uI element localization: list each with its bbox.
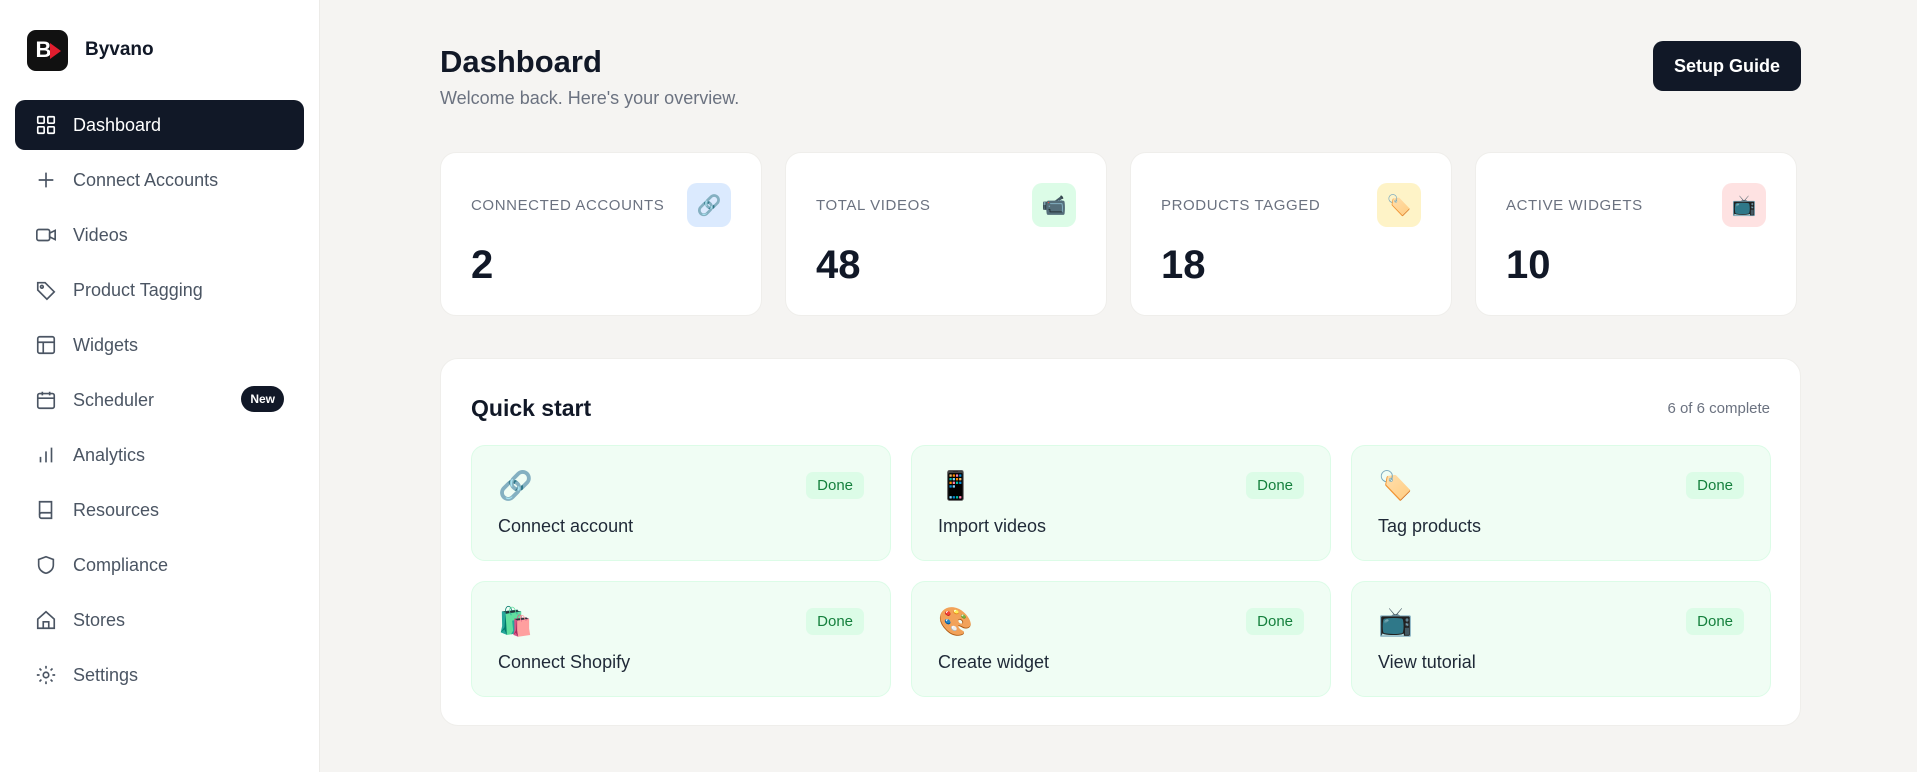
tag-icon xyxy=(35,279,57,301)
book-icon xyxy=(35,499,57,521)
task-create-widget[interactable]: 🎨 Create widget Done xyxy=(911,581,1331,697)
sidebar-item-stores[interactable]: Stores xyxy=(15,595,304,645)
sidebar-item-product-tagging[interactable]: Product Tagging xyxy=(15,265,304,315)
task-view-tutorial[interactable]: 📺 View tutorial Done xyxy=(1351,581,1771,697)
task-label: Connect account xyxy=(498,516,634,536)
sidebar-item-videos[interactable]: Videos xyxy=(15,210,304,260)
grid-icon xyxy=(35,114,57,136)
task-tag-products[interactable]: 🏷️ Tag products Done xyxy=(1351,445,1771,561)
sidebar-item-scheduler[interactable]: Scheduler New xyxy=(15,375,304,425)
stat-card-products-tagged: PRODUCTS TAGGED 18 🏷️ xyxy=(1130,152,1452,316)
task-label: Create widget xyxy=(938,652,1050,672)
stat-value: 2 xyxy=(471,243,494,287)
stat-label: TOTAL VIDEOS xyxy=(816,197,931,214)
stat-label: PRODUCTS TAGGED xyxy=(1161,197,1321,214)
sidebar-item-label: Connect Accounts xyxy=(73,169,219,190)
sidebar-item-label: Analytics xyxy=(73,444,146,465)
quick-start-panel: Quick start 6 of 6 complete 🔗 Connect ac… xyxy=(440,358,1801,726)
sidebar-item-label: Videos xyxy=(73,224,128,245)
sidebar-item-resources[interactable]: Resources xyxy=(15,485,304,535)
setup-guide-button[interactable]: Setup Guide xyxy=(1653,41,1801,91)
sidebar-item-label: Stores xyxy=(73,609,126,630)
layout-icon xyxy=(35,334,57,356)
sidebar-item-label: Scheduler xyxy=(73,389,155,410)
sidebar-item-label: Compliance xyxy=(73,554,169,575)
video-icon xyxy=(35,224,57,246)
calendar-icon xyxy=(35,389,57,411)
sidebar-item-compliance[interactable]: Compliance xyxy=(15,540,304,590)
sidebar-item-label: Settings xyxy=(73,664,139,685)
new-badge: New xyxy=(241,386,284,412)
status-badge: Done xyxy=(806,472,864,499)
play-triangle-icon xyxy=(50,42,61,59)
task-label: Connect Shopify xyxy=(498,652,631,672)
shield-icon xyxy=(35,554,57,576)
sidebar-item-label: Dashboard xyxy=(73,114,162,135)
sidebar-item-widgets[interactable]: Widgets xyxy=(15,320,304,370)
sidebar-item-settings[interactable]: Settings xyxy=(15,650,304,700)
quick-start-title: Quick start xyxy=(471,395,592,421)
status-badge: Done xyxy=(1246,608,1304,635)
tag-icon: 🏷️ xyxy=(1378,470,1413,501)
status-badge: Done xyxy=(806,608,864,635)
shopping-bag-icon: 🛍️ xyxy=(498,606,533,637)
sidebar-item-connect-accounts[interactable]: Connect Accounts xyxy=(15,155,304,205)
sidebar: B Byvano Dashboard Connect Accounts Vide… xyxy=(0,0,320,772)
status-badge: Done xyxy=(1246,472,1304,499)
page-subtitle: Welcome back. Here's your overview. xyxy=(440,88,740,108)
tag-icon: 🏷️ xyxy=(1377,183,1421,227)
brand[interactable]: B Byvano xyxy=(15,0,304,100)
gear-icon xyxy=(35,664,57,686)
link-icon: 🔗 xyxy=(498,470,533,501)
sidebar-nav: Dashboard Connect Accounts Videos Produc… xyxy=(15,100,304,700)
task-label: View tutorial xyxy=(1378,652,1476,672)
video-camera-icon: 📹 xyxy=(1032,183,1076,227)
stat-label: ACTIVE WIDGETS xyxy=(1506,197,1643,214)
apps-icon: 📱 xyxy=(938,470,973,501)
bar-chart-icon xyxy=(35,444,57,466)
quick-start-progress: 6 of 6 complete xyxy=(1667,400,1770,417)
page-title: Dashboard xyxy=(440,44,602,79)
brand-logo: B xyxy=(27,29,68,71)
quick-start-tasks: 🔗 Connect account Done 📱 Import videos D… xyxy=(471,445,1772,697)
stat-value: 10 xyxy=(1506,243,1551,287)
stat-card-connected-accounts: CONNECTED ACCOUNTS 2 🔗 xyxy=(440,152,762,316)
task-connect-shopify[interactable]: 🛍️ Connect Shopify Done xyxy=(471,581,891,697)
tv-icon: 📺 xyxy=(1722,183,1766,227)
stat-card-total-videos: TOTAL VIDEOS 48 📹 xyxy=(785,152,1107,316)
stat-card-active-widgets: ACTIVE WIDGETS 10 📺 xyxy=(1475,152,1797,316)
status-badge: Done xyxy=(1686,608,1744,635)
sidebar-item-label: Widgets xyxy=(73,334,139,355)
task-label: Import videos xyxy=(938,516,1047,536)
sidebar-item-dashboard[interactable]: Dashboard xyxy=(15,100,304,150)
sidebar-item-analytics[interactable]: Analytics xyxy=(15,430,304,480)
sidebar-item-label: Product Tagging xyxy=(73,279,203,300)
task-label: Tag products xyxy=(1378,516,1482,536)
tv-icon: 📺 xyxy=(1378,606,1413,637)
status-badge: Done xyxy=(1686,472,1744,499)
stat-value: 18 xyxy=(1161,243,1206,287)
plus-icon xyxy=(35,169,57,191)
brand-name: Byvano xyxy=(85,39,154,60)
stat-value: 48 xyxy=(816,243,861,287)
app-root: B Byvano Dashboard Connect Accounts Vide… xyxy=(0,0,1917,772)
palette-icon: 🎨 xyxy=(938,606,973,637)
stats-row: CONNECTED ACCOUNTS 2 🔗 TOTAL VIDEOS 48 📹… xyxy=(440,152,1797,316)
link-icon: 🔗 xyxy=(687,183,731,227)
home-icon xyxy=(35,609,57,631)
task-import-videos[interactable]: 📱 Import videos Done xyxy=(911,445,1331,561)
stat-label: CONNECTED ACCOUNTS xyxy=(471,197,665,214)
task-connect-account[interactable]: 🔗 Connect account Done xyxy=(471,445,891,561)
main-content: Dashboard Welcome back. Here's your over… xyxy=(320,0,1917,772)
sidebar-item-label: Resources xyxy=(73,499,160,520)
